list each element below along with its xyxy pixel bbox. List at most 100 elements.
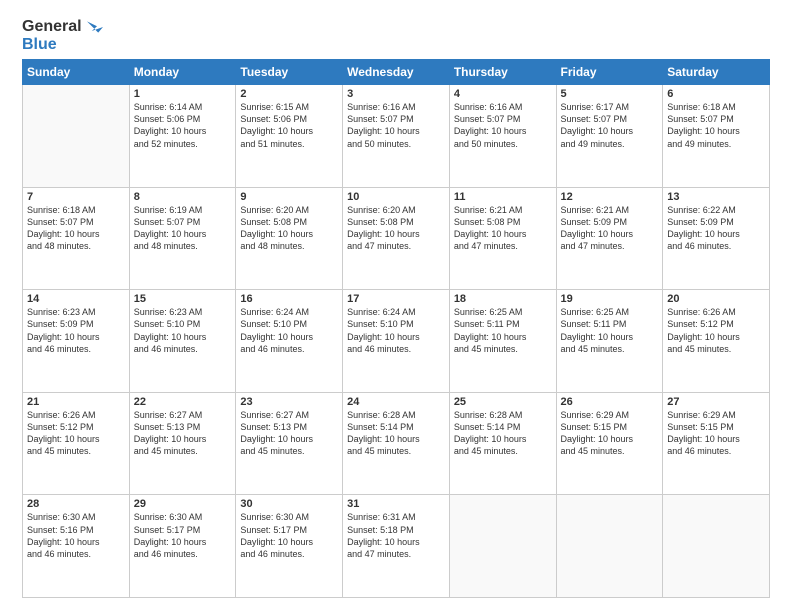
day-number: 6 — [667, 88, 765, 100]
day-info: Sunrise: 6:24 AM Sunset: 5:10 PM Dayligh… — [240, 306, 338, 355]
day-info: Sunrise: 6:17 AM Sunset: 5:07 PM Dayligh… — [561, 101, 659, 150]
day-number: 10 — [347, 191, 445, 203]
day-info: Sunrise: 6:30 AM Sunset: 5:17 PM Dayligh… — [134, 511, 232, 560]
col-header-sunday: Sunday — [23, 60, 130, 85]
day-cell: 8Sunrise: 6:19 AM Sunset: 5:07 PM Daylig… — [129, 187, 236, 290]
day-cell — [449, 495, 556, 598]
day-cell — [663, 495, 770, 598]
day-cell: 4Sunrise: 6:16 AM Sunset: 5:07 PM Daylig… — [449, 85, 556, 188]
day-cell: 14Sunrise: 6:23 AM Sunset: 5:09 PM Dayli… — [23, 290, 130, 393]
day-cell: 18Sunrise: 6:25 AM Sunset: 5:11 PM Dayli… — [449, 290, 556, 393]
day-cell: 9Sunrise: 6:20 AM Sunset: 5:08 PM Daylig… — [236, 187, 343, 290]
day-info: Sunrise: 6:18 AM Sunset: 5:07 PM Dayligh… — [667, 101, 765, 150]
day-number: 18 — [454, 293, 552, 305]
col-header-wednesday: Wednesday — [343, 60, 450, 85]
day-number: 19 — [561, 293, 659, 305]
day-number: 20 — [667, 293, 765, 305]
day-cell: 27Sunrise: 6:29 AM Sunset: 5:15 PM Dayli… — [663, 392, 770, 495]
day-number: 7 — [27, 191, 125, 203]
day-number: 16 — [240, 293, 338, 305]
day-info: Sunrise: 6:20 AM Sunset: 5:08 PM Dayligh… — [347, 204, 445, 253]
day-cell: 19Sunrise: 6:25 AM Sunset: 5:11 PM Dayli… — [556, 290, 663, 393]
logo-container: General Blue — [22, 18, 103, 53]
day-cell: 12Sunrise: 6:21 AM Sunset: 5:09 PM Dayli… — [556, 187, 663, 290]
day-number: 15 — [134, 293, 232, 305]
day-number: 21 — [27, 396, 125, 408]
day-number: 26 — [561, 396, 659, 408]
day-info: Sunrise: 6:14 AM Sunset: 5:06 PM Dayligh… — [134, 101, 232, 150]
header-row: General Blue — [22, 18, 770, 53]
day-cell: 11Sunrise: 6:21 AM Sunset: 5:08 PM Dayli… — [449, 187, 556, 290]
day-number: 9 — [240, 191, 338, 203]
day-number: 5 — [561, 88, 659, 100]
day-cell — [23, 85, 130, 188]
day-number: 3 — [347, 88, 445, 100]
logo-blue-text: Blue — [22, 36, 57, 53]
day-cell: 3Sunrise: 6:16 AM Sunset: 5:07 PM Daylig… — [343, 85, 450, 188]
day-number: 8 — [134, 191, 232, 203]
day-info: Sunrise: 6:26 AM Sunset: 5:12 PM Dayligh… — [667, 306, 765, 355]
day-info: Sunrise: 6:23 AM Sunset: 5:09 PM Dayligh… — [27, 306, 125, 355]
day-info: Sunrise: 6:26 AM Sunset: 5:12 PM Dayligh… — [27, 409, 125, 458]
page: General Blue SundayMondayTuesdayWednesda… — [0, 0, 792, 612]
day-cell: 2Sunrise: 6:15 AM Sunset: 5:06 PM Daylig… — [236, 85, 343, 188]
day-info: Sunrise: 6:27 AM Sunset: 5:13 PM Dayligh… — [134, 409, 232, 458]
day-cell: 31Sunrise: 6:31 AM Sunset: 5:18 PM Dayli… — [343, 495, 450, 598]
day-info: Sunrise: 6:30 AM Sunset: 5:16 PM Dayligh… — [27, 511, 125, 560]
day-number: 27 — [667, 396, 765, 408]
day-cell: 15Sunrise: 6:23 AM Sunset: 5:10 PM Dayli… — [129, 290, 236, 393]
day-cell: 1Sunrise: 6:14 AM Sunset: 5:06 PM Daylig… — [129, 85, 236, 188]
day-number: 25 — [454, 396, 552, 408]
logo-bird-icon — [83, 20, 103, 34]
day-cell: 30Sunrise: 6:30 AM Sunset: 5:17 PM Dayli… — [236, 495, 343, 598]
day-info: Sunrise: 6:27 AM Sunset: 5:13 PM Dayligh… — [240, 409, 338, 458]
col-header-saturday: Saturday — [663, 60, 770, 85]
day-cell: 7Sunrise: 6:18 AM Sunset: 5:07 PM Daylig… — [23, 187, 130, 290]
day-info: Sunrise: 6:24 AM Sunset: 5:10 PM Dayligh… — [347, 306, 445, 355]
day-info: Sunrise: 6:21 AM Sunset: 5:09 PM Dayligh… — [561, 204, 659, 253]
day-number: 14 — [27, 293, 125, 305]
day-cell: 5Sunrise: 6:17 AM Sunset: 5:07 PM Daylig… — [556, 85, 663, 188]
day-info: Sunrise: 6:31 AM Sunset: 5:18 PM Dayligh… — [347, 511, 445, 560]
calendar-table: SundayMondayTuesdayWednesdayThursdayFrid… — [22, 59, 770, 598]
week-row-5: 28Sunrise: 6:30 AM Sunset: 5:16 PM Dayli… — [23, 495, 770, 598]
day-info: Sunrise: 6:18 AM Sunset: 5:07 PM Dayligh… — [27, 204, 125, 253]
day-info: Sunrise: 6:22 AM Sunset: 5:09 PM Dayligh… — [667, 204, 765, 253]
day-cell: 23Sunrise: 6:27 AM Sunset: 5:13 PM Dayli… — [236, 392, 343, 495]
day-cell: 17Sunrise: 6:24 AM Sunset: 5:10 PM Dayli… — [343, 290, 450, 393]
day-info: Sunrise: 6:29 AM Sunset: 5:15 PM Dayligh… — [561, 409, 659, 458]
col-header-monday: Monday — [129, 60, 236, 85]
week-row-1: 1Sunrise: 6:14 AM Sunset: 5:06 PM Daylig… — [23, 85, 770, 188]
day-number: 12 — [561, 191, 659, 203]
col-header-thursday: Thursday — [449, 60, 556, 85]
day-cell: 13Sunrise: 6:22 AM Sunset: 5:09 PM Dayli… — [663, 187, 770, 290]
day-info: Sunrise: 6:23 AM Sunset: 5:10 PM Dayligh… — [134, 306, 232, 355]
day-cell: 16Sunrise: 6:24 AM Sunset: 5:10 PM Dayli… — [236, 290, 343, 393]
day-cell: 10Sunrise: 6:20 AM Sunset: 5:08 PM Dayli… — [343, 187, 450, 290]
day-info: Sunrise: 6:28 AM Sunset: 5:14 PM Dayligh… — [347, 409, 445, 458]
day-cell: 26Sunrise: 6:29 AM Sunset: 5:15 PM Dayli… — [556, 392, 663, 495]
day-number: 23 — [240, 396, 338, 408]
day-cell: 28Sunrise: 6:30 AM Sunset: 5:16 PM Dayli… — [23, 495, 130, 598]
day-cell: 24Sunrise: 6:28 AM Sunset: 5:14 PM Dayli… — [343, 392, 450, 495]
day-number: 31 — [347, 498, 445, 510]
day-number: 1 — [134, 88, 232, 100]
day-number: 13 — [667, 191, 765, 203]
day-info: Sunrise: 6:19 AM Sunset: 5:07 PM Dayligh… — [134, 204, 232, 253]
day-info: Sunrise: 6:16 AM Sunset: 5:07 PM Dayligh… — [454, 101, 552, 150]
day-cell: 20Sunrise: 6:26 AM Sunset: 5:12 PM Dayli… — [663, 290, 770, 393]
week-row-2: 7Sunrise: 6:18 AM Sunset: 5:07 PM Daylig… — [23, 187, 770, 290]
day-cell — [556, 495, 663, 598]
col-header-tuesday: Tuesday — [236, 60, 343, 85]
day-info: Sunrise: 6:20 AM Sunset: 5:08 PM Dayligh… — [240, 204, 338, 253]
day-number: 24 — [347, 396, 445, 408]
day-info: Sunrise: 6:15 AM Sunset: 5:06 PM Dayligh… — [240, 101, 338, 150]
day-number: 11 — [454, 191, 552, 203]
day-info: Sunrise: 6:25 AM Sunset: 5:11 PM Dayligh… — [454, 306, 552, 355]
day-info: Sunrise: 6:25 AM Sunset: 5:11 PM Dayligh… — [561, 306, 659, 355]
day-cell: 25Sunrise: 6:28 AM Sunset: 5:14 PM Dayli… — [449, 392, 556, 495]
day-number: 29 — [134, 498, 232, 510]
day-info: Sunrise: 6:21 AM Sunset: 5:08 PM Dayligh… — [454, 204, 552, 253]
day-info: Sunrise: 6:29 AM Sunset: 5:15 PM Dayligh… — [667, 409, 765, 458]
day-info: Sunrise: 6:16 AM Sunset: 5:07 PM Dayligh… — [347, 101, 445, 150]
